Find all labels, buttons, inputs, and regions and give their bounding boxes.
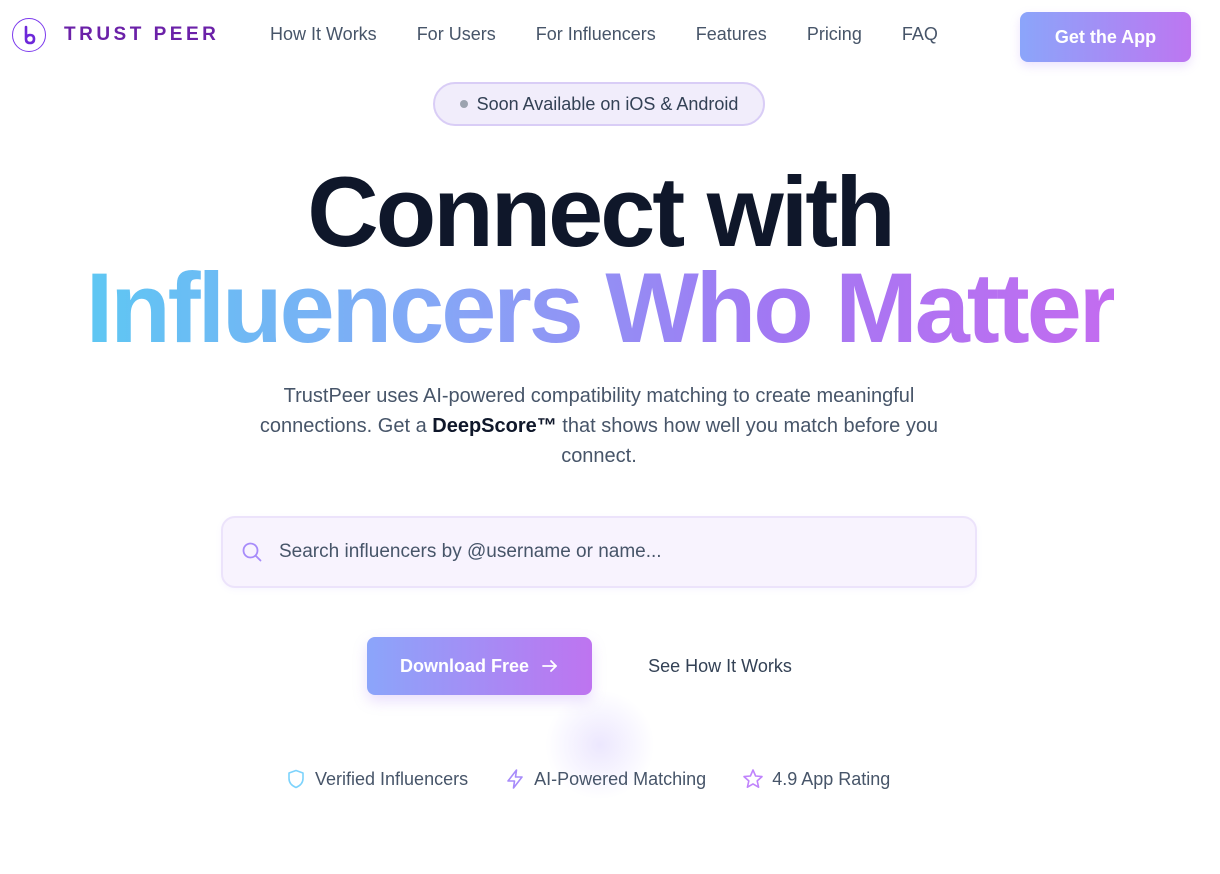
nav-link-pricing[interactable]: Pricing xyxy=(807,24,862,45)
search-input[interactable] xyxy=(279,541,975,563)
search-icon xyxy=(241,541,263,563)
top-nav: TRUST PEER How It Works For Users For In… xyxy=(0,0,1220,72)
hero-headline-gradient-text: Influencers Who Matter xyxy=(85,252,1118,363)
hero-subtitle: TrustPeer uses AI-powered compatibility … xyxy=(230,381,968,471)
logo-mark-icon xyxy=(12,18,46,52)
landing-page: TRUST PEER How It Works For Users For In… xyxy=(0,0,1220,874)
feature-label: 4.9 App Rating xyxy=(772,768,891,789)
brand-name: TRUST PEER xyxy=(64,24,220,45)
download-free-label: Download Free xyxy=(399,655,529,676)
get-app-button[interactable]: Get the App xyxy=(1020,12,1191,62)
nav-link-features[interactable]: Features xyxy=(696,24,767,45)
availability-badge: Soon Available on iOS & Android xyxy=(433,82,765,126)
nav-link-how-it-works[interactable]: How It Works xyxy=(270,24,377,45)
hero-headline-line2: Influencers Who Matter xyxy=(0,254,1200,362)
feature-app-rating: 4.9 App Rating xyxy=(742,768,890,790)
shield-icon xyxy=(285,768,307,790)
search-bar[interactable] xyxy=(221,516,977,588)
feature-highlights: Verified Influencers AI-Powered Matching… xyxy=(285,768,926,790)
nav-link-for-users[interactable]: For Users xyxy=(417,24,496,45)
arrow-right-icon xyxy=(541,657,559,675)
download-free-button[interactable]: Download Free xyxy=(367,637,592,695)
see-how-it-works-button[interactable]: See How It Works xyxy=(616,637,824,695)
availability-badge-text: Soon Available on iOS & Android xyxy=(476,93,739,114)
nav-link-faq[interactable]: FAQ xyxy=(902,24,938,45)
deepscore-label: DeepScore™ xyxy=(432,415,557,437)
feature-label: Verified Influencers xyxy=(315,768,469,789)
hero-subtitle-part2: that shows how well you match before you… xyxy=(556,415,939,467)
lightning-icon xyxy=(504,768,526,790)
star-icon xyxy=(742,768,764,790)
nav-links: How It Works For Users For Influencers F… xyxy=(270,24,978,45)
status-dot-icon xyxy=(459,100,468,108)
hero-headline-line1: Connect with xyxy=(307,156,895,267)
feature-verified-influencers: Verified Influencers xyxy=(285,768,468,790)
feature-ai-matching: AI-Powered Matching xyxy=(504,768,706,790)
nav-link-for-influencers[interactable]: For Influencers xyxy=(536,24,656,45)
feature-label: AI-Powered Matching xyxy=(534,768,707,789)
brand-logo[interactable]: TRUST PEER xyxy=(12,18,219,52)
